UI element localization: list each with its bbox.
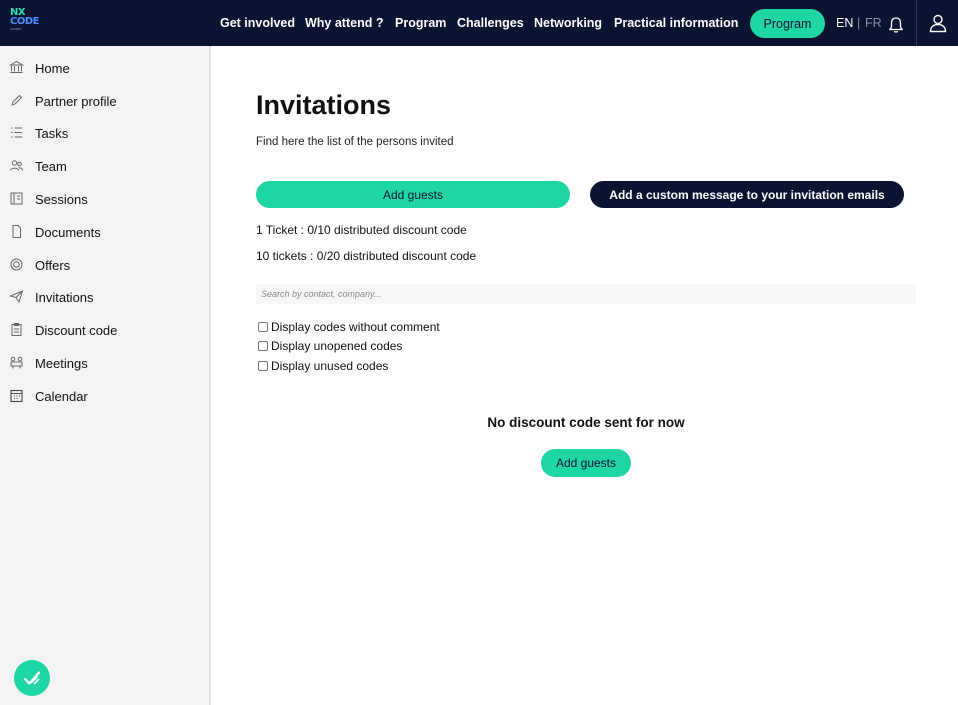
ticket-summary-1: 1 Ticket : 0/10 distributed discount cod… [256,223,467,237]
nav-challenges[interactable]: Challenges [457,16,524,30]
logo-line-3: SUMMIT [10,27,22,31]
sidebar-item-home[interactable]: Home [0,55,211,81]
calendar-icon [10,389,23,403]
sidebar-item-label: Documents [35,225,101,240]
event-logo[interactable]: NX CODE SUMMIT [10,8,50,38]
sidebar-item-label: Partner profile [35,94,117,109]
filter-label: Display unused codes [271,359,389,373]
top-navbar: NX CODE SUMMIT Get involved Why attend ?… [0,0,958,46]
user-account-button[interactable] [916,0,958,46]
filter-without-comment[interactable]: Display codes without comment [258,320,440,334]
nav-practical-information[interactable]: Practical information [614,16,738,30]
sidebar: Home Partner profile Tasks Team Sessions… [0,46,211,705]
sidebar-item-discount-code[interactable]: Discount code [0,317,211,343]
filter-unused[interactable]: Display unused codes [258,359,388,373]
nav-program[interactable]: Program [395,16,446,30]
sidebar-item-label: Meetings [35,356,88,371]
sidebar-item-invitations[interactable]: Invitations [0,284,211,310]
lang-separator: | [857,16,861,30]
sidebar-item-label: Calendar [35,389,88,404]
document-icon [12,225,21,238]
lang-en-link[interactable]: EN [836,16,853,30]
checkbox[interactable] [258,341,268,351]
lang-fr-link[interactable]: FR [865,16,882,30]
help-chat-button[interactable] [14,660,50,696]
sidebar-item-label: Team [35,159,67,174]
sidebar-item-team[interactable]: Team [0,153,211,179]
sidebar-item-meetings[interactable]: Meetings [0,350,211,376]
task-list-icon [11,127,22,138]
sidebar-item-label: Tasks [35,126,69,141]
empty-state-message: No discount code sent for now [487,415,685,430]
filter-label: Display codes without comment [271,320,440,334]
sidebar-item-label: Home [35,61,70,76]
empty-add-guests-button[interactable]: Add guests [541,449,631,477]
add-guests-button[interactable]: Add guests [256,181,570,208]
filter-unopened[interactable]: Display unopened codes [258,339,402,353]
sidebar-item-tasks[interactable]: Tasks [0,120,211,146]
sessions-icon [10,192,23,205]
sidebar-item-sessions[interactable]: Sessions [0,186,211,212]
checkbox[interactable] [258,361,268,371]
user-icon [929,14,946,33]
offers-icon [10,258,23,271]
sidebar-item-label: Offers [35,258,71,273]
ticket-summary-2: 10 tickets : 0/20 distributed discount c… [256,249,477,263]
sidebar-item-label: Invitations [35,290,94,305]
page-title: Invitations [256,90,392,120]
paper-plane-icon [9,290,24,304]
pencil-icon [11,94,23,106]
sidebar-item-documents[interactable]: Documents [0,219,211,245]
sidebar-item-calendar[interactable]: Calendar [0,383,211,409]
checkbox[interactable] [258,322,268,332]
sidebar-item-label: Discount code [35,323,118,338]
meetings-icon [10,356,23,369]
nav-networking[interactable]: Networking [534,16,602,30]
sidebar-item-label: Sessions [35,192,88,207]
search-input[interactable] [256,284,916,304]
sidebar-item-partner-profile[interactable]: Partner profile [0,88,211,114]
page-subtitle: Find here the list of the persons invite… [256,136,454,148]
bell-icon[interactable] [887,16,905,34]
program-button[interactable]: Program [750,9,825,38]
nav-why-attend[interactable]: Why attend ? [305,16,383,30]
custom-message-button[interactable]: Add a custom message to your invitation … [590,181,904,208]
bank-icon [9,60,24,73]
sidebar-item-offers[interactable]: Offers [0,252,211,278]
check-hand-icon [23,671,41,685]
team-icon [10,160,23,171]
clipboard-icon [11,323,22,336]
logo-line-2: CODE [10,16,39,27]
nav-get-involved[interactable]: Get involved [220,16,295,30]
filter-label: Display unopened codes [271,339,403,353]
